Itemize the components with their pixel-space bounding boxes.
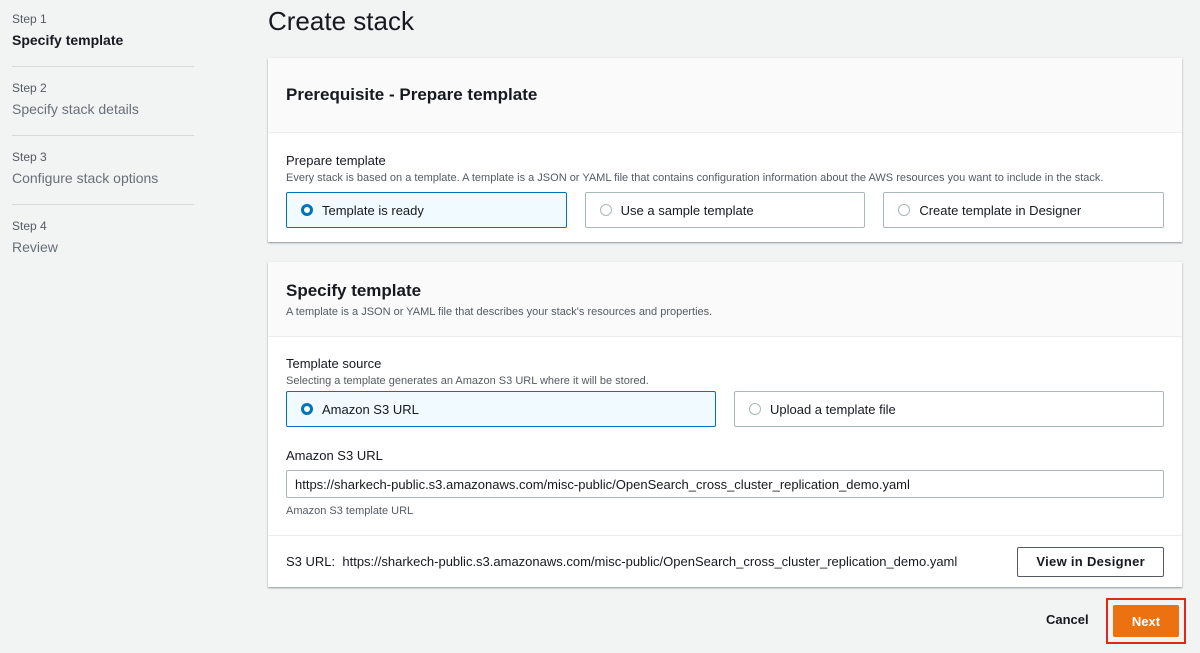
option-label: Template is ready [322, 202, 424, 218]
panel-body: Prepare template Every stack is based on… [268, 133, 1182, 228]
radio-icon [898, 204, 911, 216]
s3-url-label: Amazon S3 URL [286, 448, 383, 463]
step-number: Step 1 [12, 12, 47, 26]
step-number: Step 4 [12, 219, 47, 233]
panel-header: Prerequisite - Prepare template [268, 58, 1182, 133]
cancel-button[interactable]: Cancel [1036, 610, 1099, 629]
wizard-steps: Step 1 Specify template Step 2 Specify s… [12, 12, 194, 287]
option-upload-template-file[interactable]: Upload a template file [734, 391, 1164, 427]
wizard-step-1[interactable]: Step 1 Specify template [12, 12, 194, 67]
option-label: Create template in Designer [919, 202, 1082, 218]
option-label: Upload a template file [770, 401, 896, 417]
step-number: Step 2 [12, 81, 47, 95]
option-create-in-designer[interactable]: Create template in Designer [883, 192, 1165, 228]
prepare-template-label: Prepare template [286, 153, 386, 168]
radio-selected-icon [301, 204, 313, 216]
prepare-template-desc: Every stack is based on a template. A te… [286, 172, 1104, 184]
s3-url-display: S3 URL: https://sharkech-public.s3.amazo… [286, 554, 957, 569]
option-sample-template[interactable]: Use a sample template [584, 192, 866, 228]
radio-icon [599, 204, 612, 216]
specify-template-panel: Specify template A template is a JSON or… [268, 262, 1182, 587]
step-number: Step 3 [12, 150, 47, 164]
wizard-step-2: Step 2 Specify stack details [12, 81, 194, 136]
template-source-desc: Selecting a template generates an Amazon… [286, 375, 649, 387]
prerequisite-panel: Prerequisite - Prepare template Prepare … [268, 58, 1182, 242]
option-label: Amazon S3 URL [322, 401, 419, 417]
prepare-template-options: Template is ready Use a sample template … [286, 192, 1165, 228]
panel-header: Specify template A template is a JSON or… [268, 262, 1182, 337]
panel-body: Template source Selecting a template gen… [268, 337, 1182, 518]
panel-description: A template is a JSON or YAML file that d… [286, 306, 713, 318]
panel-title: Prerequisite - Prepare template [286, 85, 538, 104]
s3-url-input[interactable] [286, 470, 1164, 498]
s3-url-hint: Amazon S3 template URL [286, 505, 414, 517]
next-button-highlight: Next [1106, 598, 1186, 644]
option-amazon-s3-url[interactable]: Amazon S3 URL [286, 391, 716, 427]
wizard-step-4: Step 4 Review [12, 219, 194, 273]
radio-icon [749, 403, 761, 415]
option-template-ready[interactable]: Template is ready [286, 192, 567, 228]
panel-title: Specify template [286, 281, 422, 300]
s3-url-value: https://sharkech-public.s3.amazonaws.com… [342, 554, 958, 569]
view-in-designer-button[interactable]: View in Designer [1017, 546, 1164, 577]
wizard-step-3: Step 3 Configure stack options [12, 150, 194, 205]
step-title: Configure stack options [12, 170, 159, 186]
s3-url-summary: S3 URL: https://sharkech-public.s3.amazo… [268, 535, 1182, 587]
next-button[interactable]: Next [1113, 605, 1179, 637]
step-title: Specify template [12, 32, 124, 48]
step-title: Review [12, 239, 58, 255]
page-title: Create stack [268, 6, 414, 36]
template-source-options: Amazon S3 URL Upload a template file [286, 391, 1164, 427]
radio-selected-icon [301, 403, 313, 415]
template-source-label: Template source [286, 356, 382, 371]
s3-url-prefix: S3 URL: [286, 554, 336, 569]
step-title: Specify stack details [12, 101, 139, 117]
option-label: Use a sample template [620, 202, 754, 218]
